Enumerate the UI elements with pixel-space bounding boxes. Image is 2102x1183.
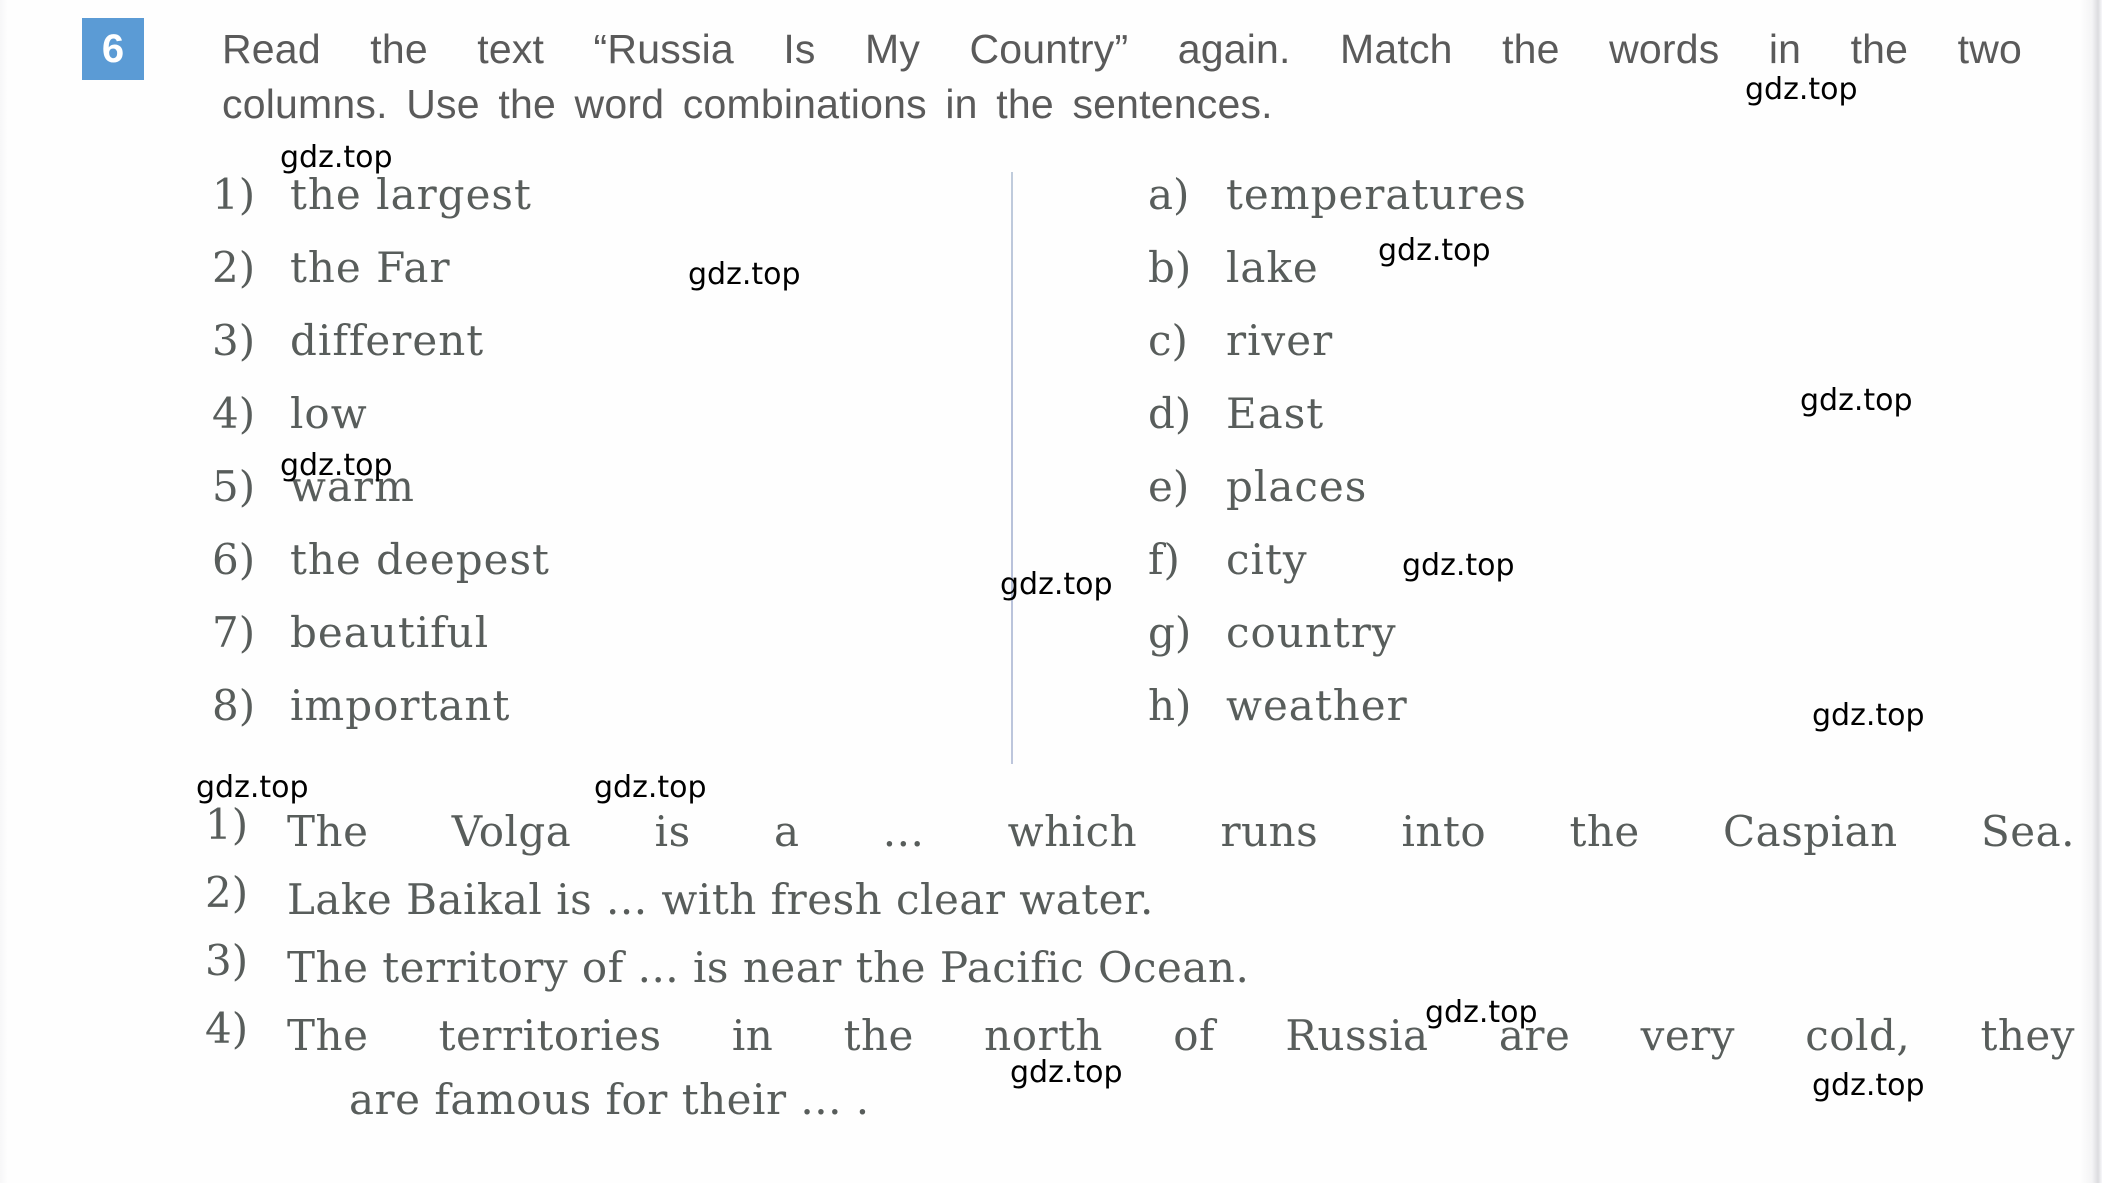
page-edge-shadow-left [0,0,8,1183]
list-item[interactable]: 8) important [212,681,952,754]
list-item[interactable]: a) temperatures [1148,170,1908,243]
list-item-marker: b) [1148,243,1192,292]
list-item[interactable]: 7) beautiful [212,608,952,681]
list-item-marker: 1) [212,170,256,219]
list-item[interactable]: 3) different [212,316,952,389]
list-item-label: East [1226,389,1325,438]
match-column-left: 1) the largest 2) the Far 3) different 4… [212,170,952,754]
list-item-label: weather [1226,681,1408,730]
sentence-body: The territories in the north of Russia a… [287,1004,2075,1132]
list-item-marker: 5) [212,462,256,511]
list-item-label: different [290,316,485,365]
sentence-item[interactable]: 2) Lake Baikal is ... with fresh clear w… [205,868,2075,932]
textbook-page: 6 Read the text “Russia Is My Country” a… [0,0,2102,1183]
list-item-marker: 6) [212,535,256,584]
list-item-label: beautiful [290,608,490,657]
list-item-marker: f) [1148,535,1180,584]
sentence-marker: 3) [205,936,249,985]
match-column-right: a) temperatures b) lake c) river d) East… [1148,170,1908,754]
list-item[interactable]: d) East [1148,389,1908,462]
sentence-body: The Volga is a ... which runs into the C… [287,800,2075,864]
sentence-item[interactable]: 3) The territory of ... is near the Paci… [205,936,2075,1000]
column-divider [1011,172,1013,764]
list-item-label: the largest [290,170,532,219]
list-item-label: the Far [290,243,451,292]
sentence-marker: 4) [205,1004,249,1053]
list-item-label: warm [290,462,415,511]
sentence-line: Lake Baikal is ... with fresh clear wate… [287,875,1154,924]
sentence-item[interactable]: 4) The territories in the north of Russi… [205,1004,2075,1132]
list-item-label: low [290,389,368,438]
list-item[interactable]: f) city [1148,535,1908,608]
list-item-marker: 7) [212,608,256,657]
list-item-label: city [1226,535,1308,584]
sentence-body: Lake Baikal is ... with fresh clear wate… [287,868,2075,932]
list-item[interactable]: 6) the deepest [212,535,952,608]
page-edge-shadow-right [2080,0,2102,1183]
list-item[interactable]: 5) warm [212,462,952,535]
sentence-marker: 2) [205,868,249,917]
list-item[interactable]: e) places [1148,462,1908,535]
list-item[interactable]: 2) the Far [212,243,952,316]
list-item-label: temperatures [1226,170,1527,219]
list-item-label: the deepest [290,535,550,584]
sentence-line: The territory of ... is near the Pacific… [287,943,1250,992]
list-item-marker: a) [1148,170,1190,219]
list-item-marker: c) [1148,316,1188,365]
sentence-list: 1) The Volga is a ... which runs into th… [205,800,2075,1136]
list-item-marker: 8) [212,681,256,730]
sentence-line: The territories in the north of Russia a… [287,1011,2075,1060]
sentence-line: The Volga is a ... which runs into the C… [287,807,2075,856]
list-item[interactable]: h) weather [1148,681,1908,754]
list-item-label: country [1226,608,1397,657]
list-item-marker: h) [1148,681,1192,730]
exercise-number-badge: 6 [82,18,144,80]
sentence-body: The territory of ... is near the Pacific… [287,936,2075,1000]
list-item-label: river [1226,316,1334,365]
list-item[interactable]: g) country [1148,608,1908,681]
sentence-line: are famous for their ... . [349,1075,870,1124]
list-item[interactable]: b) lake [1148,243,1908,316]
instruction-line-2: columns. Use the word combinations in th… [222,81,1273,127]
list-item-marker: e) [1148,462,1190,511]
list-item-marker: 3) [212,316,256,365]
exercise-instruction: Read the text “Russia Is My Country” aga… [222,22,2022,132]
list-item-marker: 2) [212,243,256,292]
watermark: gdz.top [1000,567,1113,602]
list-item[interactable]: c) river [1148,316,1908,389]
sentence-marker: 1) [205,800,249,849]
list-item-label: important [290,681,511,730]
list-item-marker: 4) [212,389,256,438]
list-item-label: places [1226,462,1368,511]
list-item[interactable]: 1) the largest [212,170,952,243]
list-item[interactable]: 4) low [212,389,952,462]
list-item-marker: g) [1148,608,1192,657]
list-item-marker: d) [1148,389,1192,438]
list-item-label: lake [1226,243,1319,292]
sentence-item[interactable]: 1) The Volga is a ... which runs into th… [205,800,2075,864]
instruction-line-1: Read the text “Russia Is My Country” aga… [222,26,2022,72]
